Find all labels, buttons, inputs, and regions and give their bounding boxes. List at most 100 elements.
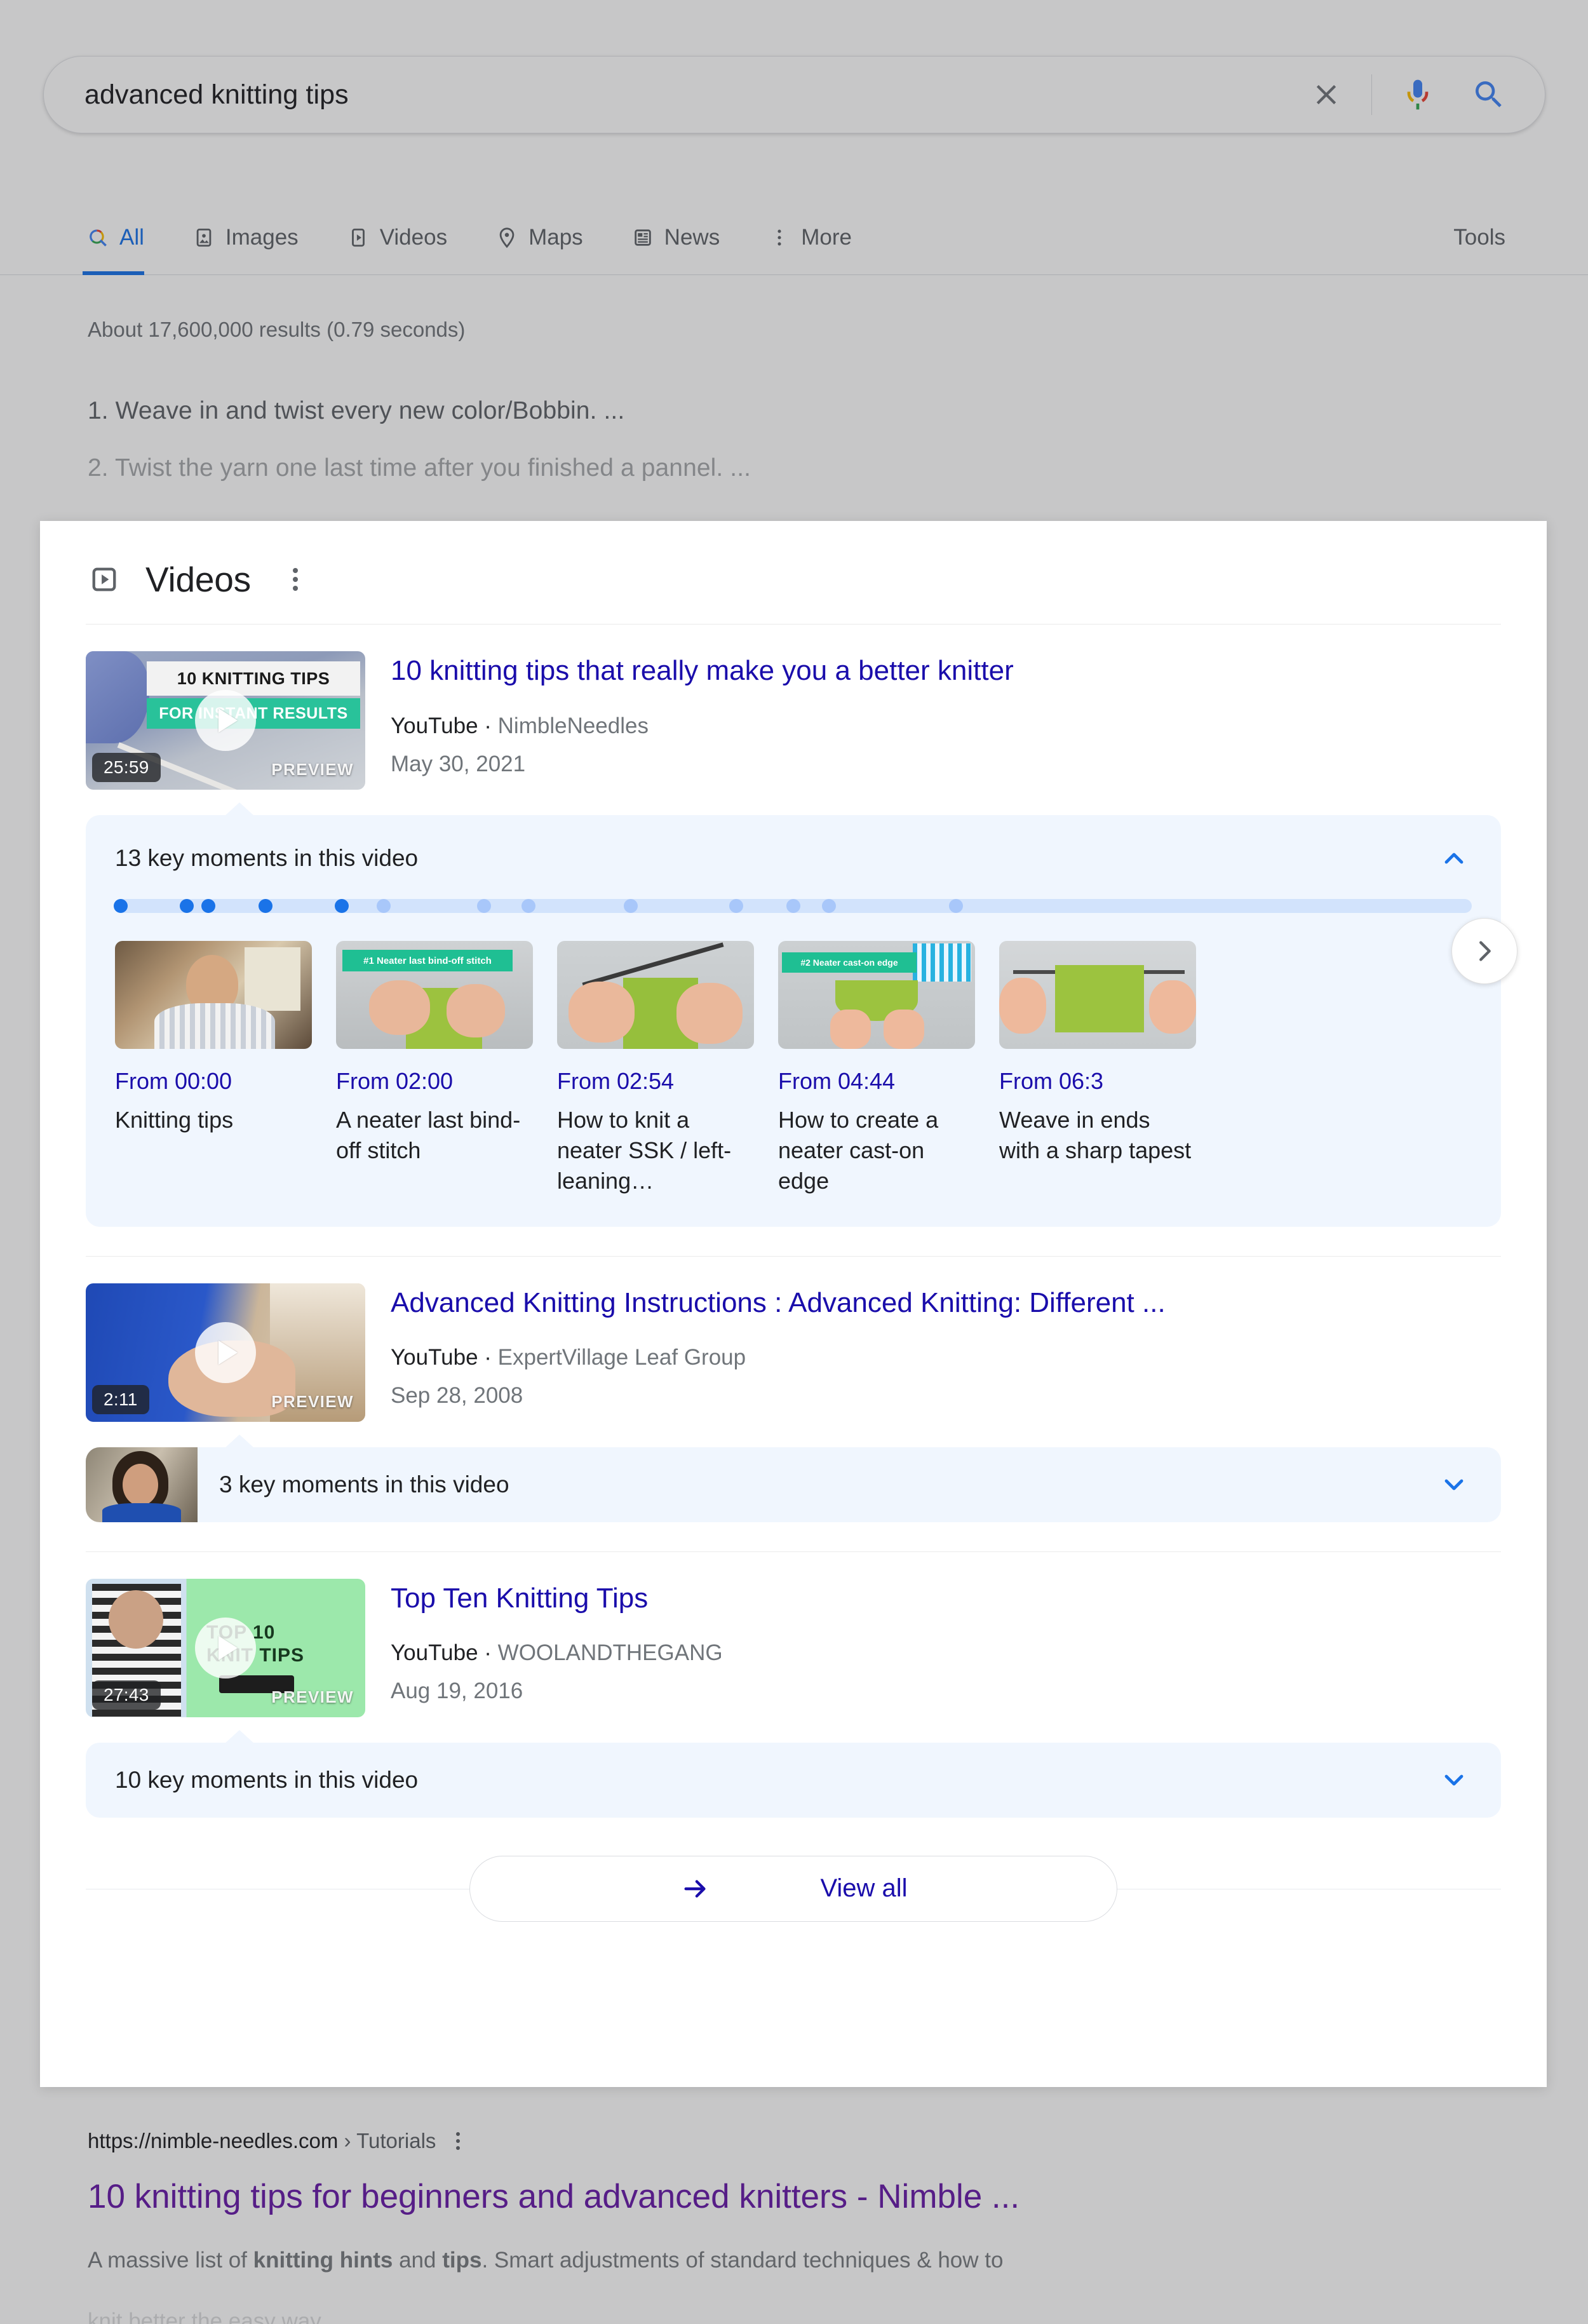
source-name: YouTube <box>391 1640 478 1666</box>
chevron-down-icon[interactable] <box>1436 1762 1472 1798</box>
video-thumbnail[interactable]: TOP 10 KNIT TIPS 27:43 PREVIEW <box>86 1578 365 1717</box>
video-meta: Top Ten Knitting Tips YouTube · WOOLANDT… <box>391 1579 723 1717</box>
video-meta: 10 knitting tips that really make you a … <box>391 651 1014 790</box>
source-name: YouTube <box>391 713 478 738</box>
source-name: YouTube <box>391 1345 478 1370</box>
timeline-marker[interactable] <box>821 899 836 913</box>
key-moments-header[interactable]: 13 key moments in this video <box>115 841 1472 876</box>
video-title-link[interactable]: Advanced Knitting Instructions : Advance… <box>391 1286 1166 1320</box>
video-icon <box>86 561 123 598</box>
view-all-label: View all <box>820 1874 908 1903</box>
video-duration: 2:11 <box>92 1384 149 1414</box>
video-result-row: 2:11 PREVIEW Advanced Knitting Instructi… <box>86 1257 1501 1422</box>
timeline-marker[interactable] <box>113 899 128 913</box>
video-result-row: 10 KNITTING TIPS FOR INSTANT RESULTS 25:… <box>86 625 1501 790</box>
video-thumbnail[interactable]: 2:11 PREVIEW <box>86 1283 365 1422</box>
timeline-marker[interactable] <box>334 899 349 913</box>
video-source: YouTube · NimbleNeedles <box>391 713 1014 739</box>
play-icon[interactable] <box>195 690 256 751</box>
key-moment-thumbnail: #2 Neater cast-on edge <box>778 941 975 1049</box>
view-all-section: View all <box>86 1851 1501 1927</box>
key-moments-collapsed-bar[interactable]: 3 key moments in this video <box>86 1447 1501 1522</box>
callout-arrow <box>224 1434 255 1449</box>
key-moment-description: How to create a neater cast-on edge <box>778 1107 939 1194</box>
timeline-marker[interactable] <box>786 899 800 913</box>
timeline-marker[interactable] <box>376 899 391 913</box>
key-moments-label: 13 key moments in this video <box>115 845 419 871</box>
key-moments-timeline[interactable] <box>113 899 1472 913</box>
key-moments-label: 10 key moments in this video <box>115 1766 419 1793</box>
video-date: May 30, 2021 <box>391 751 526 776</box>
video-duration: 25:59 <box>92 753 161 782</box>
videos-panel-header: Videos <box>86 559 1501 624</box>
key-moment-thumbnail: #1 Neater last bind-off stitch <box>336 941 533 1049</box>
chevron-down-icon[interactable] <box>1436 1467 1472 1503</box>
source-sep: · <box>478 1345 498 1370</box>
thumb-text-1: 10 KNITTING TIPS <box>177 668 330 688</box>
timeline-marker[interactable] <box>521 899 536 913</box>
key-moment-card[interactable]: #2 Neater cast-on edge From 04:44 How to… <box>778 941 975 1196</box>
video-date: Sep 28, 2008 <box>391 1383 523 1409</box>
timeline-marker[interactable] <box>476 899 491 913</box>
timeline-marker[interactable] <box>623 899 638 913</box>
timeline-marker[interactable] <box>180 899 194 913</box>
timeline-marker[interactable] <box>949 899 964 913</box>
thumb-overlay-line1: 10 KNITTING TIPS <box>147 661 360 696</box>
key-moments-collapsed-bar[interactable]: 10 key moments in this video <box>86 1742 1501 1818</box>
source-sep: · <box>478 713 498 738</box>
key-moment-description: Weave in ends with a sharp tapest <box>999 1107 1192 1163</box>
timeline-marker[interactable] <box>201 899 216 913</box>
chevron-up-icon[interactable] <box>1436 841 1472 876</box>
video-title-link[interactable]: Top Ten Knitting Tips <box>391 1581 723 1616</box>
key-moments-label: 3 key moments in this video <box>219 1471 509 1497</box>
key-moment-description: How to knit a neater SSK / left-leaning… <box>557 1107 732 1194</box>
video-title-link[interactable]: 10 knitting tips that really make you a … <box>391 654 1014 688</box>
key-moment-thumb-label: #2 Neater cast-on edge <box>800 957 898 968</box>
channel-name: NimbleNeedles <box>497 713 649 738</box>
key-moments-collapsed-wrap: 3 key moments in this video <box>86 1434 1501 1522</box>
play-icon[interactable] <box>195 1617 256 1679</box>
channel-name: WOOLANDTHEGANG <box>497 1640 723 1666</box>
preview-label: PREVIEW <box>271 1391 354 1411</box>
video-result-row: TOP 10 KNIT TIPS 27:43 PREVIEW Top Ten K… <box>86 1552 1501 1717</box>
key-moment-card[interactable]: From 00:00 Knitting tips <box>115 941 312 1196</box>
key-moment-timestamp[interactable]: From 06:3 <box>999 1068 1196 1095</box>
key-moment-description: A neater last bind-off stitch <box>336 1107 521 1163</box>
preview-label: PREVIEW <box>271 1687 354 1706</box>
video-duration: 27:43 <box>92 1680 161 1710</box>
timeline-marker[interactable] <box>259 899 273 913</box>
video-date: Aug 19, 2016 <box>391 1679 523 1704</box>
key-moment-timestamp[interactable]: From 00:00 <box>115 1068 312 1095</box>
key-moment-thumbnail <box>115 941 312 1049</box>
key-moment-timestamp[interactable]: From 02:00 <box>336 1068 533 1095</box>
arrow-right-icon <box>679 1872 712 1905</box>
video-thumbnail[interactable]: 10 KNITTING TIPS FOR INSTANT RESULTS 25:… <box>86 651 365 790</box>
key-moments-card: 13 key moments in this video From 00:00 <box>86 815 1517 1227</box>
key-moments-carousel: From 00:00 Knitting tips #1 Neater last … <box>115 941 1474 1196</box>
key-moment-thumb-label: #1 Neater last bind-off stitch <box>363 955 492 966</box>
video-source: YouTube · ExpertVillage Leaf Group <box>391 1345 1166 1370</box>
search-results-page: advanced knitting tips All Images Videos… <box>0 0 1588 2324</box>
thumb-art-yarn <box>86 651 149 743</box>
key-moment-thumbnail <box>999 941 1196 1049</box>
key-moment-timestamp[interactable]: From 02:54 <box>557 1068 754 1095</box>
videos-overlay-panel: Videos 10 KNITTING TIPS FOR INSTANT RESU… <box>40 521 1547 2087</box>
source-sep: · <box>478 1640 498 1666</box>
key-moment-card[interactable]: From 06:3 Weave in ends with a sharp tap… <box>999 941 1196 1196</box>
video-meta: Advanced Knitting Instructions : Advance… <box>391 1283 1166 1422</box>
timeline-marker[interactable] <box>729 899 744 913</box>
callout-arrow <box>224 1729 255 1744</box>
play-icon[interactable] <box>195 1321 256 1383</box>
key-moment-description: Knitting tips <box>115 1107 234 1133</box>
preview-label: PREVIEW <box>271 760 354 779</box>
page-title: Videos <box>145 560 251 599</box>
key-moment-card[interactable]: From 02:54 How to knit a neater SSK / le… <box>557 941 754 1196</box>
callout-arrow <box>224 802 255 816</box>
key-moment-thumbnail <box>557 941 754 1049</box>
key-moment-timestamp[interactable]: From 04:44 <box>778 1068 975 1095</box>
key-moment-card[interactable]: #1 Neater last bind-off stitch From 02:0… <box>336 941 533 1196</box>
chevron-right-icon[interactable] <box>1451 918 1517 984</box>
key-moments-collapsed-wrap: 10 key moments in this video <box>86 1729 1501 1818</box>
kebab-menu-icon[interactable] <box>285 563 306 596</box>
view-all-button[interactable]: View all <box>469 1855 1117 1922</box>
